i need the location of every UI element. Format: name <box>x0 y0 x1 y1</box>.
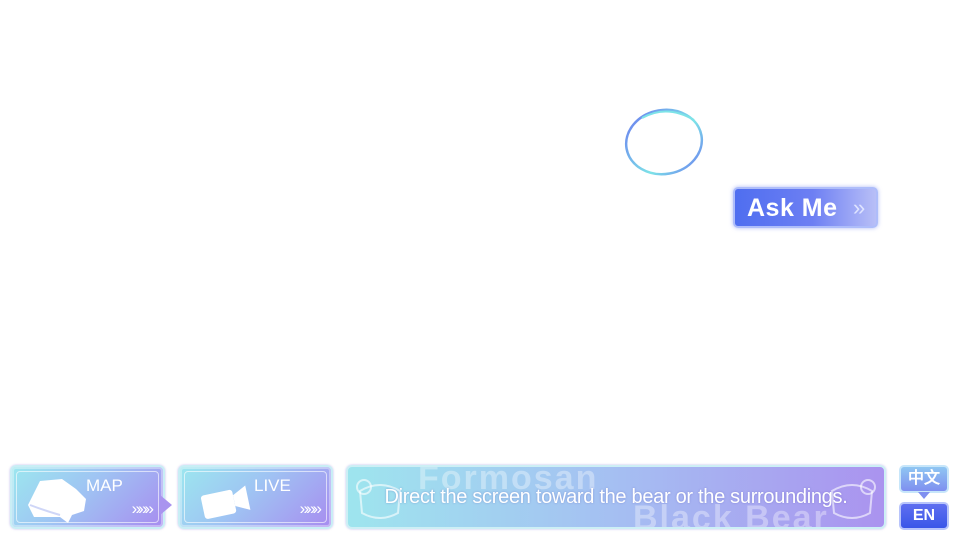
ask-me-button[interactable]: Ask Me » <box>733 187 878 228</box>
live-chevrons: »»» <box>299 499 322 518</box>
map-label: MAP <box>86 476 123 495</box>
language-pointer <box>918 492 930 499</box>
map-chevrons: »»» <box>131 499 154 518</box>
map-tab-notch <box>160 495 172 515</box>
language-en-button[interactable]: EN <box>899 502 949 530</box>
ask-me-label: Ask Me <box>747 194 838 222</box>
camera-icon <box>200 485 251 519</box>
instruction-banner: Formosan Black Bear Direct the screen to… <box>346 465 886 529</box>
language-zh-button[interactable]: 中文 <box>899 465 949 493</box>
target-ring-icon <box>624 108 704 176</box>
instruction-text: Direct the screen toward the bear or the… <box>384 486 848 508</box>
map-button[interactable]: MAP »»» <box>10 465 165 529</box>
map-icon <box>28 479 86 523</box>
live-label: LIVE <box>254 476 291 495</box>
double-chevron-right-icon: » <box>853 195 866 220</box>
live-button[interactable]: LIVE »»» <box>178 465 333 529</box>
